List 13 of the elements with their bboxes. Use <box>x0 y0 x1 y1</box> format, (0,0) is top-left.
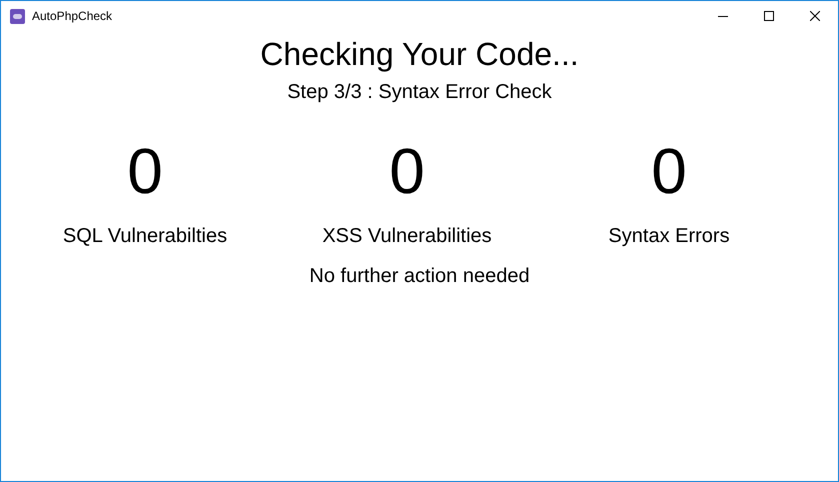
status-message: No further action needed <box>309 264 530 288</box>
close-icon <box>810 11 820 21</box>
heading: Checking Your Code... <box>260 35 579 74</box>
count-value: 0 <box>127 134 163 208</box>
count-value: 0 <box>389 134 425 208</box>
count-label: Syntax Errors <box>608 224 730 248</box>
count-value: 0 <box>651 134 687 208</box>
step-label: Step 3/3 : Syntax Error Check <box>287 80 552 104</box>
maximize-icon <box>764 11 774 21</box>
count-label: SQL Vulnerabilties <box>62 224 228 248</box>
app-icon <box>10 8 25 24</box>
count-label: XSS Vulnerabilities <box>322 224 492 248</box>
window-title: AutoPhpCheck <box>32 8 112 25</box>
